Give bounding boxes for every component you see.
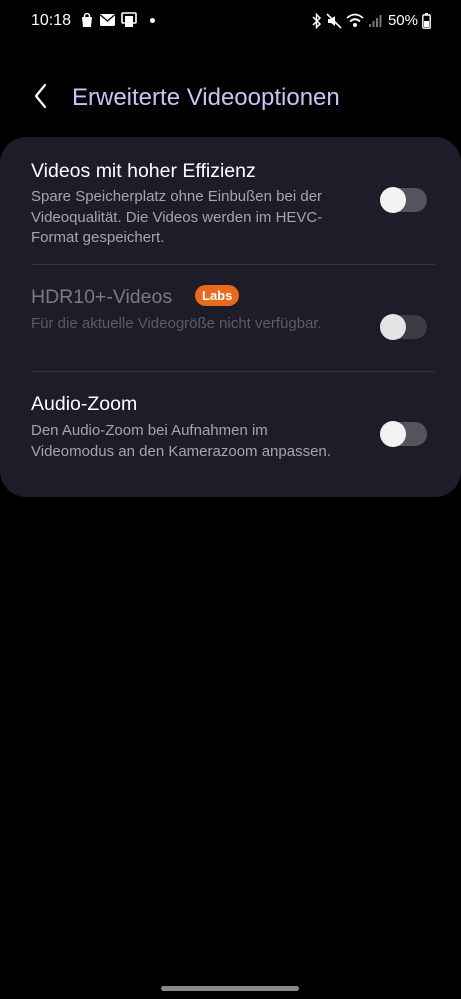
- labs-badge: Labs: [195, 285, 240, 306]
- hdr10-toggle[interactable]: [380, 314, 427, 340]
- status-time: 10:18: [31, 12, 72, 29]
- shopping-bag-icon: [79, 12, 95, 28]
- gesture-nav-handle[interactable]: [161, 986, 299, 991]
- setting-audio-zoom[interactable]: Audio-Zoom Den Audio-Zoom bei Aufnahmen …: [0, 372, 461, 497]
- mute-icon: [326, 12, 342, 29]
- audio-zoom-toggle[interactable]: [380, 421, 427, 447]
- header: Erweiterte Videooptionen: [0, 78, 461, 118]
- toggle-thumb: [380, 187, 406, 213]
- setting-description: Spare Speicherplatz ohne Einbußen bei de…: [31, 188, 323, 246]
- notification-icons: [79, 12, 155, 28]
- cast-icon: [120, 12, 138, 28]
- status-bar: 10:18 50%: [0, 0, 461, 44]
- high-efficiency-toggle[interactable]: [380, 187, 427, 213]
- setting-high-efficiency-videos[interactable]: Videos mit hoher Effizienz Spare Speiche…: [0, 137, 461, 264]
- setting-description: Den Audio-Zoom bei Aufnahmen im Videomod…: [31, 422, 331, 460]
- setting-title: HDR10+-Videos: [31, 286, 173, 308]
- battery-icon: [422, 12, 431, 29]
- wifi-icon: [346, 13, 364, 28]
- setting-title: Audio-Zoom: [31, 393, 138, 415]
- battery-percent: 50%: [387, 12, 418, 29]
- chevron-left-icon: [33, 83, 49, 114]
- page-title: Erweiterte Videooptionen: [72, 84, 340, 111]
- toggle-thumb: [380, 421, 406, 447]
- mail-icon: [99, 13, 116, 27]
- setting-description: Für die aktuelle Videogröße nicht verfüg…: [31, 315, 322, 332]
- signal-icon: [368, 14, 382, 28]
- system-icons: 50%: [311, 12, 431, 29]
- back-button[interactable]: [26, 82, 56, 114]
- setting-hdr10-videos[interactable]: HDR10+-Videos Labs Für die aktuelle Vide…: [0, 265, 461, 371]
- settings-card: Videos mit hoher Effizienz Spare Speiche…: [0, 137, 461, 497]
- dot-icon: [150, 17, 155, 23]
- toggle-thumb: [380, 314, 406, 340]
- bluetooth-icon: [311, 12, 322, 29]
- setting-title: Videos mit hoher Effizienz: [31, 160, 256, 182]
